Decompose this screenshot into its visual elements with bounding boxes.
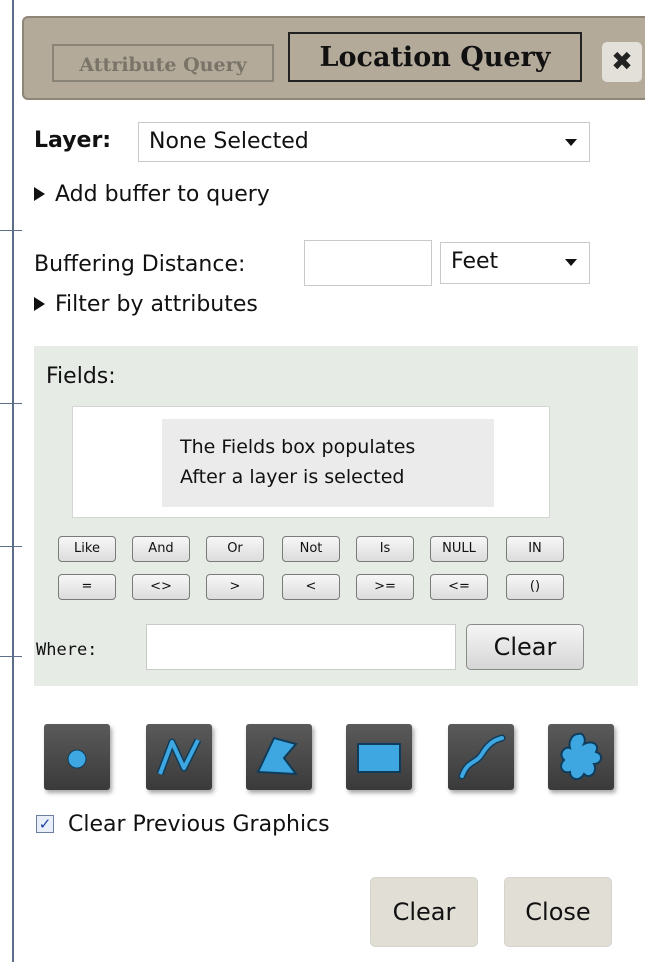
operator-less-equal-button[interactable]: <= [430, 574, 488, 600]
fields-note-line: After a layer is selected [180, 466, 405, 488]
close-icon[interactable]: ✖ [602, 42, 642, 82]
buffer-toggle[interactable]: Add buffer to query [34, 182, 270, 207]
where-label: Where: [36, 640, 98, 660]
operator-and-button[interactable]: And [132, 536, 190, 562]
buffer-unit-select[interactable]: Feet [440, 242, 590, 284]
clear-previous-checkbox[interactable]: ✓ [36, 815, 54, 833]
operator-less-button[interactable]: < [282, 574, 340, 600]
clear-button[interactable]: Clear [370, 877, 478, 947]
layer-label: Layer: [34, 128, 112, 153]
fields-note: The Fields box populates After a layer i… [162, 419, 494, 507]
buffer-unit-value: Feet [451, 249, 499, 274]
polyline-tool-button[interactable] [146, 724, 212, 790]
operator-parentheses-button[interactable]: () [506, 574, 564, 600]
freehand-polygon-tool-icon [560, 732, 602, 780]
where-clear-button[interactable]: Clear [466, 624, 584, 670]
operator-or-button[interactable]: Or [206, 536, 264, 562]
operator-greater-button[interactable]: > [206, 574, 264, 600]
polygon-tool-icon [256, 736, 299, 776]
operator-null-button[interactable]: NULL [430, 536, 488, 562]
tab-attribute-query[interactable]: Attribute Query [52, 44, 274, 82]
chevron-down-icon [565, 139, 577, 146]
operator-equals-button[interactable]: = [58, 574, 116, 600]
filter-toggle-label: Filter by attributes [55, 292, 258, 317]
freehand-line-tool-icon [458, 734, 506, 780]
rectangle-tool-button[interactable] [346, 724, 412, 790]
fields-label: Fields: [46, 364, 116, 389]
expand-triangle-icon [34, 187, 45, 201]
layer-select[interactable]: None Selected [138, 122, 590, 162]
operator-not-equals-button[interactable]: <> [132, 574, 190, 600]
expand-triangle-icon [34, 297, 45, 311]
clear-previous-label: Clear Previous Graphics [68, 812, 330, 837]
buffer-distance-label: Buffering Distance: [34, 252, 246, 277]
rectangle-tool-icon [357, 743, 401, 773]
operator-is-button[interactable]: Is [356, 536, 414, 562]
polygon-tool-button[interactable] [246, 724, 312, 790]
tab-location-query[interactable]: Location Query [288, 32, 582, 82]
freehand-polygon-tool-button[interactable] [548, 724, 614, 790]
filter-toggle[interactable]: Filter by attributes [34, 292, 258, 317]
panel-titlebar: Attribute Query Location Query ✖ [22, 16, 645, 100]
operator-in-button[interactable]: IN [506, 536, 564, 562]
operator-greater-equal-button[interactable]: >= [356, 574, 414, 600]
layer-select-value: None Selected [149, 129, 309, 154]
close-button[interactable]: Close [504, 877, 612, 947]
operator-like-button[interactable]: Like [58, 536, 116, 562]
chevron-down-icon [565, 259, 577, 266]
polyline-tool-icon [156, 738, 202, 776]
freehand-line-tool-button[interactable] [448, 724, 514, 790]
where-input[interactable] [146, 624, 456, 670]
buffer-distance-input[interactable] [304, 240, 432, 286]
query-panel: Attribute Query Location Query ✖ Layer: … [22, 0, 645, 962]
buffer-toggle-label: Add buffer to query [55, 182, 270, 207]
point-tool-icon [67, 749, 87, 769]
point-tool-button[interactable] [44, 724, 110, 790]
operator-not-button[interactable]: Not [282, 536, 340, 562]
callout-line [12, 0, 14, 962]
fields-note-line: The Fields box populates [180, 436, 416, 458]
